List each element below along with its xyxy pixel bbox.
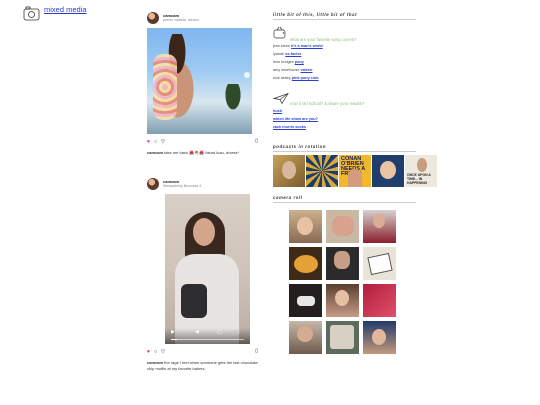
question-song-covers: what are your favorite song covers? [290,37,357,42]
post-actions: ♥ ○ ▽ ▯ [147,138,260,146]
site-logo[interactable]: mixed media [23,6,87,21]
play-icon[interactable]: ▶ [171,329,175,335]
camera-roll-photo[interactable] [326,321,359,354]
old-school-link[interactable]: zack morris sucks [273,125,306,129]
bookmark-icon[interactable]: ▯ [255,348,258,354]
caption-user[interactable]: camcam [147,360,163,365]
avatar[interactable] [147,12,159,24]
podcast-cover[interactable] [372,155,404,187]
paper-plane-icon [273,92,289,105]
site-title-link[interactable]: mixed media [44,6,87,14]
section-title: little bit of this, little bit of that [273,12,416,20]
heart-icon[interactable]: ♥ [147,139,150,145]
camera-roll-photo[interactable] [289,284,322,317]
cover-link[interactable]: pony [295,60,304,64]
podcast-list: CONAN O'BRIEN NEEDS A FRIEND ONCE UPON A… [273,155,437,187]
camera-roll-photo[interactable] [326,210,359,243]
camera-roll-photo[interactable] [363,284,396,317]
cover-link[interactable]: it's a man's world [291,44,323,48]
cover-link[interactable]: valerie [300,68,312,72]
post-video[interactable]: ▶ ◀ ▢ ⋮ [165,194,250,344]
post-location[interactable]: Stewardship Business # [163,184,201,189]
palm-tree [220,84,246,120]
camera-roll-photo[interactable] [289,210,322,243]
comment-icon[interactable]: ○ [154,349,157,355]
camera-roll-photo[interactable] [289,321,322,354]
podcast-cover[interactable] [273,155,305,187]
feed-post: camcam Stewardship Business # ▶ ◀ ▢ ⋮ ♥ … [147,178,260,371]
volume-icon[interactable]: ◀ [195,329,199,335]
video-controls: ▶ ◀ ▢ ⋮ [165,328,250,344]
old-school-link[interactable]: which life show are you? [273,117,318,121]
post-location[interactable]: puerto vallarta, mexico [163,18,199,23]
old-school-link[interactable]: hush [273,109,282,113]
section-title: podcasts in rotation [273,144,416,152]
share-icon[interactable]: ▽ [161,349,165,355]
share-icon[interactable]: ▽ [161,139,165,145]
feed-post: camcam puerto vallarta, mexico ♥ ○ ▽ ▯ c… [147,12,260,156]
fullscreen-icon[interactable]: ▢ [217,329,222,335]
caption-text: take me back 🌺🌴🌺 /dead luau, drama* [164,150,239,155]
flower-lei [153,54,177,120]
camera-roll-photo[interactable] [363,247,396,280]
camera-doodle-icon [23,6,40,21]
sidebar: little bit of this, little bit of that w… [273,12,437,354]
comment-icon[interactable]: ○ [154,139,157,145]
camera-roll-photo[interactable] [363,210,396,243]
cover-item: amy winehouse valerie [273,68,313,72]
camera-roll-grid [289,210,396,354]
heart-icon[interactable]: ♥ [147,349,150,355]
video-progress-bar[interactable] [171,339,244,340]
cover-item: jess stone it's a man's world [273,44,323,48]
question-old-school: now it old school? & share your results? [290,101,365,106]
carousel-next-icon[interactable] [244,72,250,78]
podcast-cover[interactable]: CONAN O'BRIEN NEEDS A FRIEND [339,155,371,187]
camera-roll-photo[interactable] [363,321,396,354]
cover-item: leon bridges pony [273,60,304,64]
photo-subject-face [193,218,215,246]
camera-roll-photo[interactable] [326,247,359,280]
cover-item: lyanah sx-factor [273,52,302,56]
cover-link[interactable]: sx-factor [285,52,301,56]
post-header: camcam Stewardship Business # [147,178,260,190]
avatar[interactable] [147,178,159,190]
camera-roll-photo[interactable] [289,247,322,280]
post-caption: camcam take me back 🌺🌴🌺 /dead luau, dram… [147,150,260,156]
post-caption: camcam the rage I feel when someone gets… [147,360,260,371]
cover-link[interactable]: pink pony club [292,76,319,80]
post-actions: ♥ ○ ▽ ▯ [147,348,260,356]
more-options-icon[interactable]: ⋮ [237,329,242,335]
cover-item: nick astley pink pony club [273,76,319,80]
post-header: camcam puerto vallarta, mexico [147,12,260,24]
caption-user[interactable]: camcam [147,150,163,155]
podcast-cover[interactable]: ONCE UPON A TIME... IN HAPPENING [405,155,437,187]
caption-text: the rage I feel when someone gets the la… [147,360,258,371]
post-photo[interactable] [147,28,252,134]
bookmark-icon[interactable]: ▯ [255,138,258,144]
section-title: camera roll [273,195,416,203]
podcast-cover[interactable] [306,155,338,187]
photo-bag [181,284,207,318]
retro-tv-icon [273,26,286,39]
camera-roll-photo[interactable] [326,284,359,317]
